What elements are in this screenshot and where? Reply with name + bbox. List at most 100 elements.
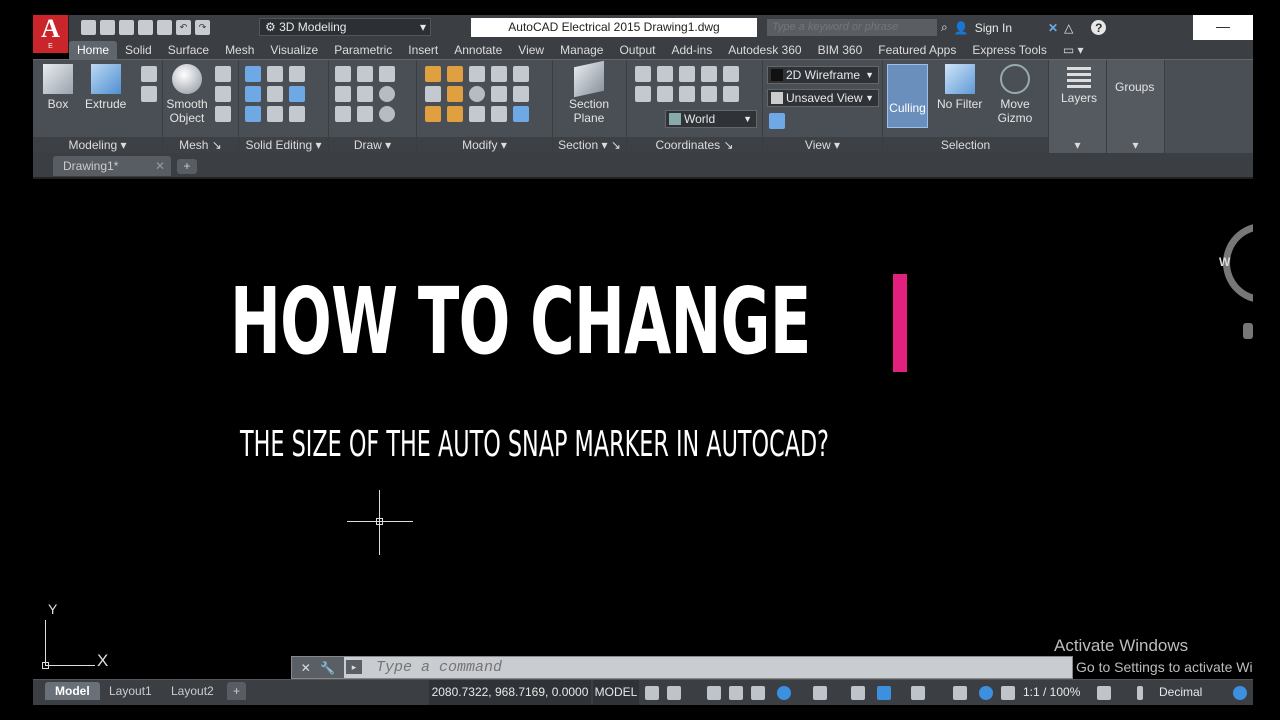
stretch-icon[interactable] <box>513 66 529 82</box>
viewcube-west-label[interactable]: W <box>1219 255 1230 269</box>
close-icon[interactable]: ✕ <box>301 661 311 675</box>
smooth-less-icon[interactable] <box>215 86 231 102</box>
panel-title-coordinates[interactable]: Coordinates ↘ <box>627 137 762 154</box>
trim-icon[interactable] <box>425 66 441 82</box>
tab-featured-apps[interactable]: Featured Apps <box>870 41 964 59</box>
search-input[interactable] <box>767 19 937 36</box>
ucs-dropdown[interactable]: World ▼ <box>665 110 757 128</box>
visual-style-dropdown[interactable]: 2D Wireframe ▼ <box>767 66 879 84</box>
separate-icon[interactable] <box>289 106 305 122</box>
model-space-button[interactable]: MODEL <box>593 680 639 705</box>
ribbon-minimize-icon[interactable]: ▭ ▾ <box>1055 41 1092 59</box>
copy-icon[interactable] <box>491 66 507 82</box>
annotation-monitor-icon[interactable] <box>953 686 967 700</box>
layout-tab-layout1[interactable]: Layout1 <box>99 682 162 700</box>
ucs-z-icon[interactable] <box>701 66 717 82</box>
application-menu-button[interactable]: A E <box>33 15 69 53</box>
union-icon[interactable] <box>245 66 261 82</box>
tab-mesh[interactable]: Mesh <box>217 41 262 59</box>
extrude-faces-icon[interactable] <box>289 86 305 102</box>
polar-tracking-icon[interactable] <box>777 686 791 700</box>
annotation-scale-dropdown[interactable]: 1:1 / 100% <box>1023 680 1080 705</box>
open-icon[interactable] <box>100 20 115 35</box>
tab-parametric[interactable]: Parametric <box>326 41 400 59</box>
ucs-x-icon[interactable] <box>657 66 673 82</box>
groups-expand[interactable]: ▾ <box>1107 137 1164 154</box>
ellipse-icon[interactable] <box>379 106 395 122</box>
ucs-y-icon[interactable] <box>679 66 695 82</box>
wrench-icon[interactable]: 🔧 <box>320 661 335 675</box>
layers-expand[interactable]: ▾ <box>1049 137 1106 154</box>
ucs-icon[interactable] <box>635 66 651 82</box>
object-snap-tracking-icon[interactable] <box>851 686 865 700</box>
subtract-icon[interactable] <box>245 86 261 102</box>
signin-button[interactable]: Sign In <box>975 21 1012 35</box>
viewcube-wcs-menu[interactable] <box>1243 323 1253 339</box>
minimize-button[interactable]: — <box>1193 15 1253 40</box>
file-tab-drawing1[interactable]: Drawing1* ✕ <box>53 156 171 176</box>
smooth-object-button[interactable]: Smooth Object <box>165 64 209 125</box>
ucs-world-icon[interactable] <box>635 86 651 102</box>
ortho-icon[interactable] <box>751 686 765 700</box>
culling-button[interactable]: Culling <box>887 64 928 128</box>
named-view-dropdown[interactable]: Unsaved View ▼ <box>767 89 879 107</box>
array-icon[interactable] <box>469 106 485 122</box>
viewport-config-icon[interactable] <box>769 113 785 129</box>
panel-title-selection[interactable]: Selection <box>883 137 1048 154</box>
workspace-dropdown[interactable]: ⚙ 3D Modeling ▾ <box>259 18 431 36</box>
circle-icon[interactable] <box>379 86 395 102</box>
layers-button[interactable]: Layers <box>1061 64 1097 105</box>
isodraft-icon[interactable] <box>813 686 827 700</box>
layout-tab-layout2[interactable]: Layout2 <box>161 682 224 700</box>
offset-icon[interactable] <box>447 86 463 102</box>
new-drawing-tab[interactable]: + <box>177 159 197 174</box>
customization-icon[interactable] <box>1233 686 1247 700</box>
tab-annotate[interactable]: Annotate <box>446 41 510 59</box>
panel-title-modify[interactable]: Modify ▾ <box>417 137 552 154</box>
auto-scale-icon[interactable] <box>1001 686 1015 700</box>
tab-autodesk-360[interactable]: Autodesk 360 <box>720 41 809 59</box>
extract-edges-icon[interactable] <box>289 66 305 82</box>
new-icon[interactable] <box>81 20 96 35</box>
isolate-icon[interactable] <box>1137 686 1143 700</box>
exchange-icon[interactable]: ✕ <box>1048 21 1058 35</box>
binoculars-icon[interactable]: ⌕ <box>941 20 948 35</box>
infer-constraints-icon[interactable] <box>707 686 721 700</box>
tab-view[interactable]: View <box>510 41 552 59</box>
panel-title-view[interactable]: View ▾ <box>763 137 882 154</box>
construction-line-icon[interactable] <box>357 86 373 102</box>
autodesk-icon[interactable]: △ <box>1064 21 1073 35</box>
dynamic-input-icon[interactable] <box>729 686 743 700</box>
close-icon[interactable]: ✕ <box>155 156 165 176</box>
panel-title-section[interactable]: Section ▾ ↘ <box>553 137 626 154</box>
presspull-icon[interactable] <box>141 66 157 82</box>
ucs-object-icon[interactable] <box>723 86 739 102</box>
thicken-icon[interactable] <box>267 106 283 122</box>
undo-icon[interactable]: ↶ <box>176 20 191 35</box>
polygon-icon[interactable] <box>335 106 351 122</box>
ucs-origin-icon[interactable] <box>657 86 673 102</box>
arc-icon[interactable] <box>379 66 395 82</box>
tab-manage[interactable]: Manage <box>552 41 611 59</box>
intersect-icon[interactable] <box>245 106 261 122</box>
refine-mesh-icon[interactable] <box>215 106 231 122</box>
units-dropdown[interactable]: Decimal <box>1159 680 1202 705</box>
polysolid-icon[interactable] <box>141 86 157 102</box>
layout-tab-model[interactable]: Model <box>45 682 100 700</box>
fillet-icon[interactable] <box>425 86 441 102</box>
annotation-visibility-icon[interactable] <box>979 686 993 700</box>
tab-visualize[interactable]: Visualize <box>262 41 326 59</box>
rotate-icon[interactable] <box>469 86 485 102</box>
interfere-icon[interactable] <box>267 86 283 102</box>
lineweight-icon[interactable] <box>911 686 925 700</box>
slice-icon[interactable] <box>267 66 283 82</box>
panel-title-mesh[interactable]: Mesh ↘ <box>163 137 238 154</box>
tab-express-tools[interactable]: Express Tools <box>964 41 1054 59</box>
grid-icon[interactable] <box>645 686 659 700</box>
tab-bim-360[interactable]: BIM 360 <box>810 41 871 59</box>
save-as-icon[interactable] <box>138 20 153 35</box>
erase-icon[interactable] <box>425 106 441 122</box>
print-icon[interactable] <box>157 20 172 35</box>
align-icon[interactable] <box>491 106 507 122</box>
box-button[interactable]: Box <box>43 64 73 111</box>
